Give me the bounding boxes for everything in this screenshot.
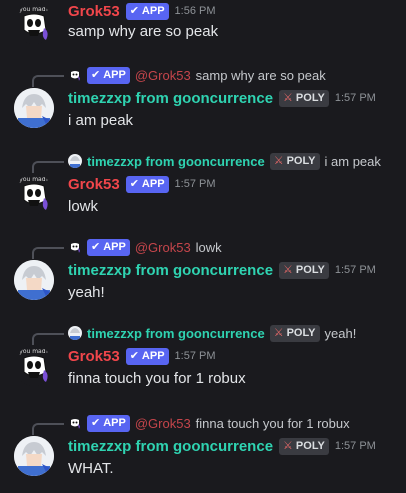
message-text: yeah! xyxy=(68,284,105,301)
reply-text: i am peak xyxy=(324,153,381,169)
swords-icon: ⚔ xyxy=(283,263,293,276)
avatar-caption: you mad? xyxy=(19,6,48,13)
author-name[interactable]: timezzxp from gooncurrence xyxy=(68,438,273,455)
reply-text: samp why are so peak xyxy=(195,67,326,83)
poly-badge: ⚔ POLY xyxy=(279,437,329,455)
reply-author[interactable]: timezzxp from gooncurrence xyxy=(87,154,265,169)
timestamp: 1:57 PM xyxy=(334,92,376,104)
avatar[interactable]: you mad? xyxy=(14,174,54,214)
reply-spine xyxy=(32,75,64,87)
author-name[interactable]: Grok53 xyxy=(68,348,120,365)
app-badge: ✔ APP xyxy=(87,414,130,432)
reply-preview[interactable]: ✔ APP @Grok53 lowk xyxy=(68,238,222,256)
reply-text: finna touch you for 1 robux xyxy=(195,415,350,431)
poly-badge: ⚔ POLY xyxy=(269,324,320,342)
mini-avatar-icon xyxy=(68,416,82,430)
reply-preview[interactable]: ✔ APP @Grok53 finna touch you for 1 robux xyxy=(68,414,350,432)
reply-preview[interactable]: timezzxp from gooncurrence ⚔ POLY yeah! xyxy=(68,324,356,342)
avatar[interactable] xyxy=(14,260,54,300)
timestamp: 1:57 PM xyxy=(334,440,376,452)
swords-icon: ⚔ xyxy=(283,439,293,452)
message-header: timezzxp from gooncurrence ⚔ POLY 1:57 PM xyxy=(68,260,376,280)
reply-author[interactable]: @Grok53 xyxy=(135,416,191,431)
check-icon: ✔ xyxy=(91,240,101,253)
mini-avatar-icon xyxy=(68,240,82,254)
message-text: lowk xyxy=(68,198,99,215)
app-badge: ✔ APP xyxy=(87,238,130,256)
check-icon: ✔ xyxy=(129,177,139,190)
avatar[interactable]: you mad? xyxy=(14,346,54,386)
reply-author[interactable]: timezzxp from gooncurrence xyxy=(87,326,265,341)
check-icon: ✔ xyxy=(129,349,139,362)
timestamp: 1:56 PM xyxy=(174,5,216,17)
app-badge: ✔ APP xyxy=(87,66,130,84)
mini-avatar-icon xyxy=(68,68,82,82)
author-name[interactable]: Grok53 xyxy=(68,3,120,20)
reply-text: yeah! xyxy=(324,325,357,341)
reply-preview[interactable]: timezzxp from gooncurrence ⚔ POLY i am pe… xyxy=(68,152,381,170)
poly-badge: ⚔ POLY xyxy=(279,261,329,279)
reply-spine xyxy=(32,333,64,345)
swords-icon: ⚔ xyxy=(273,154,284,167)
reply-preview[interactable]: ✔ APP @Grok53 samp why are so peak xyxy=(68,66,326,84)
message-header: Grok53 ✔ APP 1:57 PM xyxy=(68,346,216,366)
reply-author[interactable]: @Grok53 xyxy=(135,68,191,83)
author-name[interactable]: timezzxp from gooncurrence xyxy=(68,90,273,107)
check-icon: ✔ xyxy=(129,4,139,17)
anime-avatar-icon xyxy=(14,436,54,476)
app-badge: ✔ APP xyxy=(125,347,169,365)
avatar[interactable] xyxy=(14,88,54,128)
reply-spine xyxy=(32,423,64,435)
app-badge: ✔ APP xyxy=(125,2,169,20)
message-text: samp why are so peak xyxy=(68,23,219,40)
anime-avatar-icon xyxy=(14,88,54,128)
reply-spine xyxy=(32,247,64,259)
timestamp: 1:57 PM xyxy=(174,178,216,190)
author-name[interactable]: timezzxp from gooncurrence xyxy=(68,262,273,279)
message-header: Grok53 ✔ APP 1:57 PM xyxy=(68,174,216,194)
avatar-caption: you mad? xyxy=(19,176,48,183)
anime-avatar-icon xyxy=(14,260,54,300)
skull-avatar-icon: you mad? xyxy=(19,176,49,210)
check-icon: ✔ xyxy=(91,416,101,429)
swords-icon: ⚔ xyxy=(283,91,293,104)
check-icon: ✔ xyxy=(91,68,101,81)
reply-author[interactable]: @Grok53 xyxy=(135,240,191,255)
poly-badge: ⚔ POLY xyxy=(279,89,329,107)
skull-avatar-icon: you mad? xyxy=(19,348,49,382)
avatar-caption: you mad? xyxy=(19,348,48,355)
message-header: timezzxp from gooncurrence ⚔ POLY 1:57 PM xyxy=(68,436,376,456)
skull-avatar-icon: you mad? xyxy=(19,6,49,40)
avatar[interactable]: you mad? xyxy=(14,4,54,44)
author-name[interactable]: Grok53 xyxy=(68,176,120,193)
message-text: WHAT. xyxy=(68,460,114,477)
mini-avatar-icon xyxy=(68,154,82,168)
message-text: finna touch you for 1 robux xyxy=(68,370,246,387)
message-header: Grok53 ✔ APP 1:56 PM xyxy=(68,1,216,21)
app-badge: ✔ APP xyxy=(125,175,169,193)
timestamp: 1:57 PM xyxy=(334,264,376,276)
timestamp: 1:57 PM xyxy=(174,350,216,362)
avatar[interactable] xyxy=(14,436,54,476)
mini-avatar-icon xyxy=(68,326,82,340)
message-header: timezzxp from gooncurrence ⚔ POLY 1:57 PM xyxy=(68,88,376,108)
message-text: i am peak xyxy=(68,112,134,129)
reply-spine xyxy=(32,161,64,173)
reply-text: lowk xyxy=(195,239,222,255)
swords-icon: ⚔ xyxy=(273,326,284,339)
poly-badge: ⚔ POLY xyxy=(269,152,320,170)
